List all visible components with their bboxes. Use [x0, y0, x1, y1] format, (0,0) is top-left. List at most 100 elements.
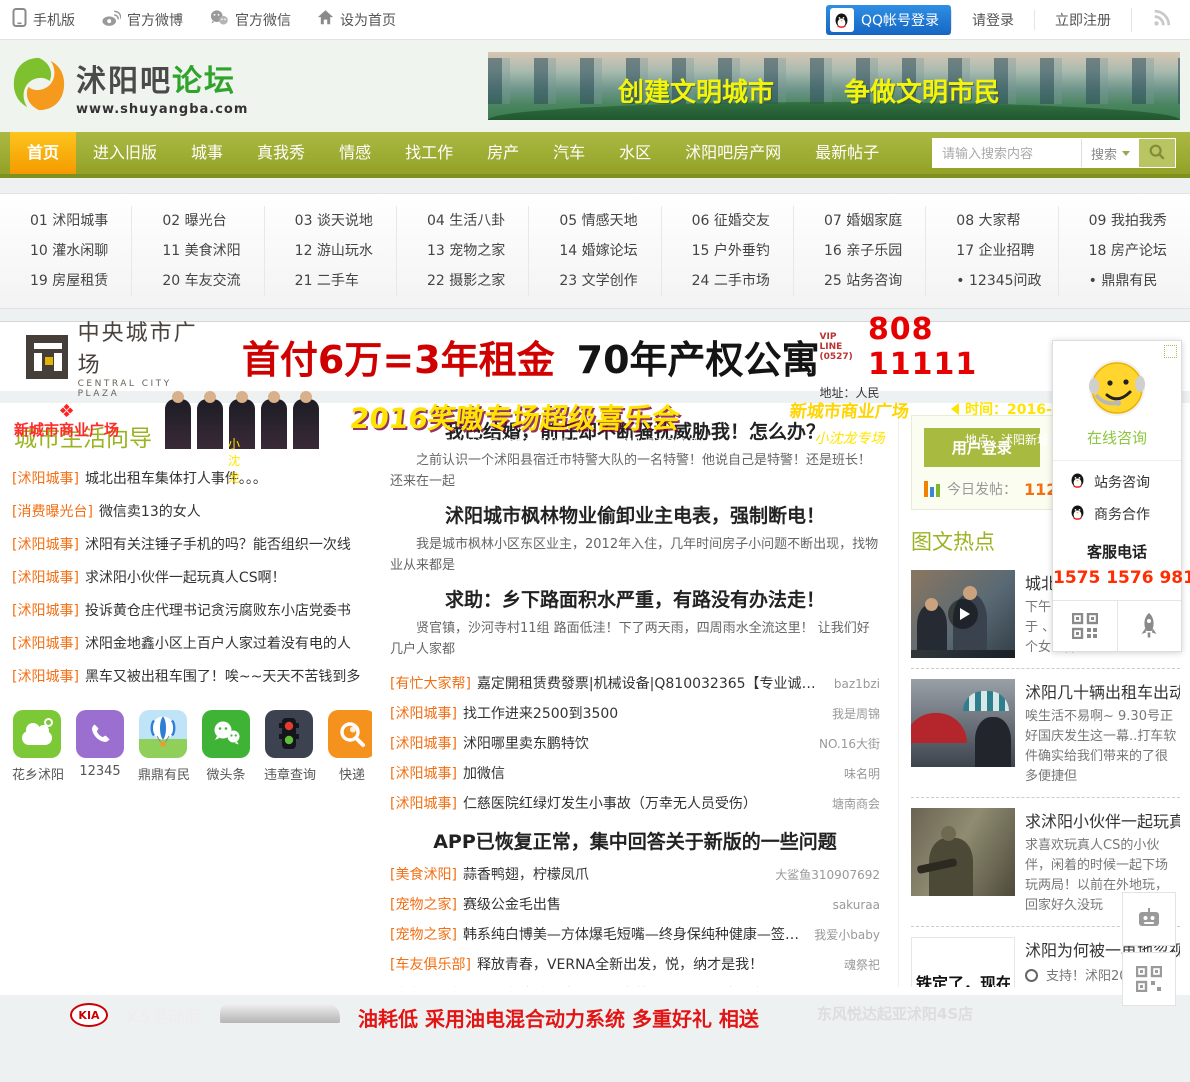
category-link[interactable]: 08 大家帮 [956, 213, 1020, 229]
login-link[interactable]: 请登录 [951, 9, 1034, 30]
category-link[interactable]: 24 二手市场 [692, 273, 770, 289]
category-link[interactable]: 19 房屋租赁 [30, 273, 108, 289]
guide-list-item[interactable]: [沭阳城事] 沭阳金地鑫小区上百户人家过着没有电的人 [12, 636, 351, 652]
app-12345-hotline[interactable]: 12345 [76, 710, 124, 783]
nav-item-old-version[interactable]: 进入旧版 [76, 132, 174, 174]
hot-topic-video-thumbnail[interactable] [911, 570, 1015, 658]
post-row[interactable]: [有忙大家帮] 嘉定開租赁费發票|机械设备|Q810032365【专业诚信】 baz… [390, 669, 880, 699]
category-link[interactable]: 12 游山玩水 [295, 243, 373, 259]
post-row[interactable]: [车友俱乐部] 品质先锋 东风标致301喜获J.D.POWER中型车质量第一咘咘宝… [390, 980, 880, 987]
guide-list-item[interactable]: [消费曝光台] 微信卖13的女人 [12, 504, 201, 520]
hot-topic-thumbnail[interactable] [911, 679, 1015, 767]
nav-item-city[interactable]: 城事 [174, 132, 240, 174]
post-row[interactable]: [沭阳城事] 沭阳哪里卖东鹏特饮 NO.16大街 [390, 729, 880, 759]
category-link[interactable]: 03 谈天说地 [295, 213, 373, 229]
category-link[interactable]: 23 文学创作 [559, 273, 637, 289]
post-row[interactable]: [宠物之家] 韩系纯白博美—方体爆毛短嘴—终身保纯种健康—签合同 我爱小baby [390, 920, 880, 950]
hot-topic-text-thumbnail[interactable]: 铁定了，现在 431 保护视力色： [911, 937, 1015, 987]
post-row[interactable]: [沭阳城事] 加微信 味名明 [390, 759, 880, 789]
register-link[interactable]: 立即注册 [1034, 9, 1131, 30]
app-notice-title[interactable]: APP已恢复正常，集中回答关于新版的一些问题 [390, 827, 880, 854]
search-input[interactable] [932, 139, 1081, 167]
post-row[interactable]: [车友俱乐部] 释放青春，VERNA全新出发，悦，纳才是我！ 魂祭祀 [390, 950, 880, 980]
nav-item-realestate[interactable]: 房产 [470, 132, 536, 174]
hot-topic-thumbnail[interactable] [911, 808, 1015, 896]
site-consult-qq[interactable]: 站务咨询 [1053, 461, 1181, 493]
app-dingding[interactable]: 鼎鼎有民 [138, 710, 190, 783]
category-link[interactable]: • 鼎鼎有民 [1089, 273, 1158, 289]
top-links: 手机版 官方微博 官方微信 设为首页 [12, 8, 396, 31]
category-link[interactable]: 15 户外垂钓 [692, 243, 770, 259]
kia-ad-banner[interactable]: KIA K5混动版 油耗低 采用油电混合动力系统 多重好礼 相送 东风悦达起亚沭… [0, 995, 1190, 1032]
category-link[interactable]: 25 站务咨询 [824, 273, 902, 289]
post-title: 仁慈医院红绿灯发生小事故（万幸无人员受伤） [462, 796, 757, 812]
rss-icon[interactable] [1131, 7, 1178, 32]
category-link[interactable]: 22 摄影之家 [427, 273, 505, 289]
kia-model: K5混动版 [126, 1008, 203, 1028]
nav-item-housing-site[interactable]: 沭阳吧房产网 [668, 132, 798, 174]
nav-item-latest-posts[interactable]: 最新帖子 [798, 132, 896, 174]
featured-post-title[interactable]: 求助：乡下路面积水严重，有路没有办法走！ [390, 585, 880, 612]
category-link[interactable]: • 12345问政 [956, 273, 1041, 289]
qq-login-label: QQ帐号登录 [860, 12, 939, 29]
app-express-tracking[interactable]: 快递 [328, 710, 372, 783]
post-row[interactable]: [宠物之家] 赛级公金毛出售 sakuraa [390, 890, 880, 920]
official-wechat-link[interactable]: 官方微信 [209, 8, 291, 31]
qq-login-button[interactable]: QQ帐号登录 [825, 4, 951, 35]
search-button[interactable] [1139, 139, 1175, 167]
plaza-ad-banner[interactable]: 中央城市广场 CENTRAL CITY PLAZA 首付6万=3年租金 70年产… [0, 312, 1190, 400]
post-author: 咘咘宝宝 [820, 980, 880, 987]
nav-item-cars[interactable]: 汽车 [536, 132, 602, 174]
official-weibo-link[interactable]: 官方微博 [101, 8, 183, 31]
category-link[interactable]: 01 沭阳城事 [30, 213, 108, 229]
guide-list-item[interactable]: [沭阳城事] 求沭阳小伙伴一起玩真人CS啊！ [12, 570, 286, 586]
category-link[interactable]: 09 我拍我秀 [1089, 213, 1167, 229]
nav-item-home[interactable]: 首页 [10, 132, 77, 174]
post-row[interactable]: [美食沭阳] 蒜香鸭翅，柠檬凤爪 大鲨鱼310907692 [390, 860, 880, 890]
nav-item-emotion[interactable]: 情感 [322, 132, 388, 174]
category-link[interactable]: 11 美食沭阳 [162, 243, 240, 259]
online-consult-label[interactable]: 在线咨询 [1053, 423, 1181, 461]
mobile-app-button[interactable] [1122, 892, 1176, 946]
category-link[interactable]: 14 婚嫁论坛 [559, 243, 637, 259]
business-coop-qq[interactable]: 商务合作 [1053, 493, 1181, 525]
collapse-icon[interactable] [1164, 345, 1177, 358]
category-link[interactable]: 02 曝光台 [162, 213, 226, 229]
set-homepage-link[interactable]: 设为首页 [317, 8, 396, 31]
category-link[interactable]: 06 征婚交友 [692, 213, 770, 229]
category-link[interactable]: 20 车友交流 [162, 273, 240, 289]
app-wtoutiao[interactable]: 微头条 [202, 710, 250, 783]
video-progress-bar [911, 650, 1015, 658]
category-link[interactable]: 16 亲子乐园 [824, 243, 902, 259]
app-weather[interactable]: 花乡沭阳 [12, 710, 64, 783]
guide-list-item[interactable]: [沭阳城事] 投诉黄仓庄代理书记贪污腐败东小店党委书 [12, 603, 351, 619]
category-link[interactable]: 17 企业招聘 [956, 243, 1034, 259]
category-link[interactable]: 18 房产论坛 [1089, 243, 1167, 259]
category-link[interactable]: 07 婚姻家庭 [824, 213, 902, 229]
category-link[interactable]: 04 生活八卦 [427, 213, 505, 229]
search-type-dropdown[interactable]: 搜索 [1080, 139, 1139, 167]
guide-list-item[interactable]: [沭阳城事] 黑车又被出租车围了！唉~~天天不苦钱到多 [12, 669, 360, 685]
post-row[interactable]: [沭阳城事] 找工作进来2500到3500 我是周锦 [390, 699, 880, 729]
qr-code-button[interactable] [1122, 952, 1176, 1006]
back-to-top-rocket-button[interactable] [1116, 601, 1182, 651]
category-link[interactable]: 13 宠物之家 [427, 243, 505, 259]
logo-text: 沭阳吧论坛 www.shuyangba.com [76, 56, 248, 117]
header-banner-ad[interactable]: 创建文明城市 争做文明市民 [488, 52, 1180, 120]
featured-post-title[interactable]: 沭阳城市枫林物业偷卸业主电表，强制断电！ [390, 501, 880, 528]
mobile-version-link[interactable]: 手机版 [12, 8, 75, 31]
nav-item-jobs[interactable]: 找工作 [388, 132, 470, 174]
post-row[interactable]: [沭阳城事] 仁慈医院红绿灯发生小事故（万幸无人员受伤） 塘南商会 [390, 789, 880, 819]
category-link[interactable]: 05 情感天地 [559, 213, 637, 229]
nav-item-water[interactable]: 水区 [602, 132, 668, 174]
board-tag: [沭阳城事] [12, 636, 79, 652]
hot-topic-item[interactable]: 沭阳几十辆出租车出动 唉生活不易啊~ 9.30号正好国庆发生这一幕..打车软件确… [911, 669, 1180, 798]
guide-list-item[interactable]: [沭阳城事] 沭阳有关注锤子手机的吗？能否组织一次线 [12, 537, 351, 553]
qr-code-button[interactable] [1053, 601, 1117, 651]
nav-item-show[interactable]: 真我秀 [240, 132, 322, 174]
site-logo[interactable]: 沭阳吧论坛 www.shuyangba.com [10, 55, 248, 117]
category-link[interactable]: 21 二手车 [295, 273, 359, 289]
radio-icon[interactable] [1025, 969, 1038, 982]
category-link[interactable]: 10 灌水闲聊 [30, 243, 108, 259]
app-traffic-violation[interactable]: 违章查询 [264, 710, 316, 783]
